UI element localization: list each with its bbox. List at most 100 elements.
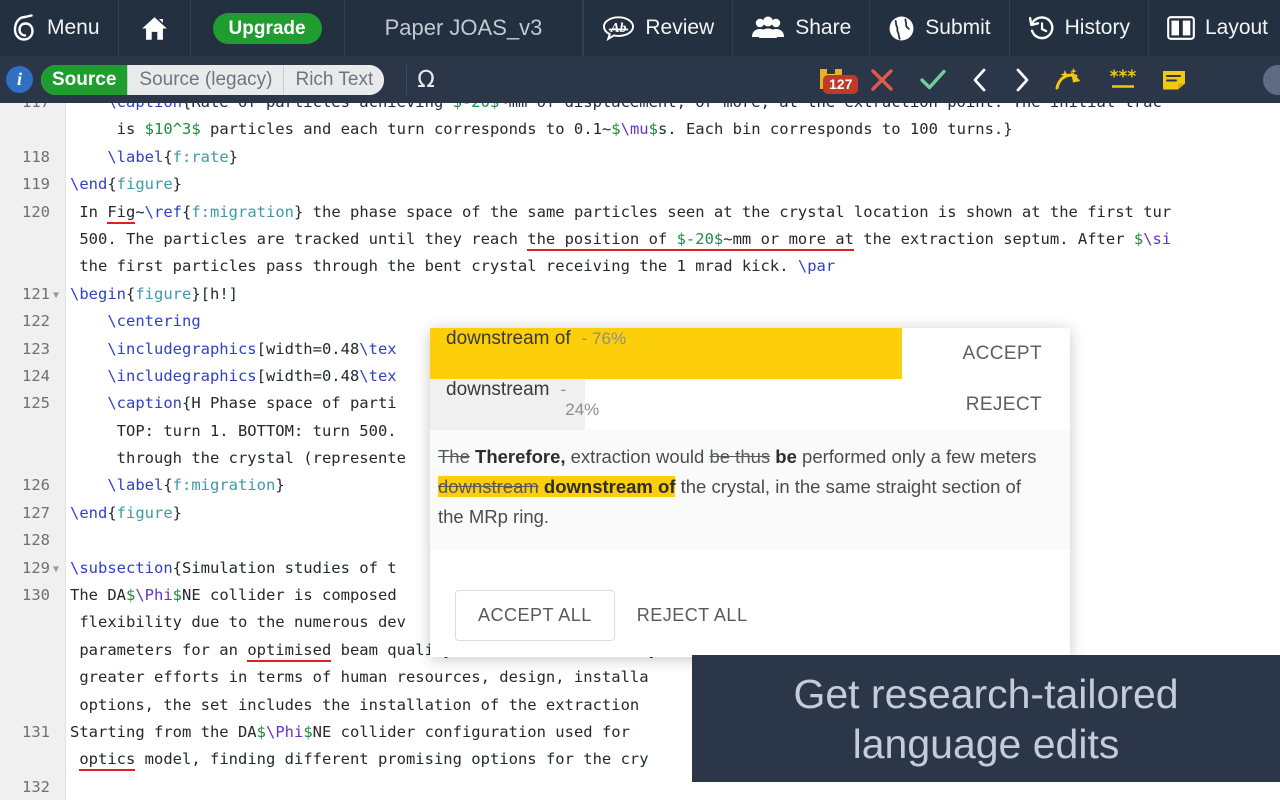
review-button[interactable]: Ab Review [584,0,733,56]
svg-text:***: *** [1110,67,1137,87]
suggestion-primary-pill[interactable]: downstream of - 76% [430,328,902,379]
menu-label: Menu [47,16,100,40]
prev-chevron-icon[interactable] [970,66,990,94]
home-button[interactable] [119,0,191,56]
suggestion-primary-text: downstream of [446,328,571,350]
line-number: 131 [0,719,50,746]
line-number: 126 [0,472,50,499]
next-chevron-icon[interactable] [1012,66,1032,94]
history-clock-icon [1028,15,1055,42]
app-root: Menu Upgrade Paper JOAS_v3 Ab [0,0,1280,800]
code-line-text: \centering [70,308,201,335]
menu-button[interactable]: Menu [0,0,119,56]
layout-button[interactable]: Layout [1149,0,1280,56]
code-line-text: \caption{Rate of particles achieving $-2… [70,103,1162,116]
line-number: 121 [0,281,50,308]
svg-text:Ab: Ab [610,20,627,35]
code-line-text: \includegraphics[width=0.48\tex [70,336,397,363]
line-number: 132 [0,774,50,800]
tab-rich-text[interactable]: Rich Text [284,65,384,95]
layout-columns-icon [1167,16,1195,40]
fold-toggle-icon[interactable]: ▼ [53,556,59,583]
layout-label: Layout [1205,16,1268,40]
share-people-icon [751,16,785,40]
suggestion-popup-footer: ACCEPT ALL REJECT ALL [430,573,1070,657]
code-line-text: is $10^3$ particles and each turn corres… [70,116,1013,143]
code-line-text: flexibility due to the numerous dev [70,609,406,636]
code-line-text: options, the set includes the installati… [70,692,639,719]
project-title[interactable]: Paper JOAS_v3 [345,0,584,56]
code-line-text: \caption{H Phase space of parti [70,390,397,417]
review-controls: 127 [816,66,1280,94]
line-number: 118 [0,144,50,171]
line-number: 128 [0,527,50,554]
reject-button[interactable]: REJECT [966,394,1070,416]
note-icon[interactable] [1160,66,1188,94]
code-line-text: \subsection{Simulation studies of t [70,555,397,582]
code-line-text: \end{figure} [70,171,182,198]
line-number: 119 [0,171,50,198]
reject-x-icon[interactable] [868,66,896,94]
line-number: 120 [0,199,50,226]
info-icon[interactable]: i [6,66,33,93]
suggestion-popup[interactable]: downstream of - 76% ACCEPT downstream - … [430,328,1070,657]
submit-label: Submit [925,16,990,40]
fold-toggle-icon[interactable]: ▼ [53,282,59,309]
code-line-text: greater efforts in terms of human resour… [70,664,649,691]
line-number: 122 [0,308,50,335]
home-icon [141,16,168,41]
promo-overlay[interactable]: Get research-tailored language edits [692,655,1280,782]
suggestion-primary-percent: - 76% [582,329,626,349]
code-line-text: the first particles pass through the ben… [70,253,835,280]
accept-check-icon[interactable] [918,66,948,94]
suggestion-option-secondary[interactable]: downstream - 24% REJECT [430,379,1070,430]
code-line[interactable]: 121▼ \begin{figure}[h!] [0,281,1280,308]
line-number: 124 [0,363,50,390]
line-number: 130 [0,582,50,609]
code-line-text: In Fig~\ref{f:migration} the phase space… [70,199,1171,226]
code-line-text: Starting from the DA$\Phi$NE collider co… [70,719,630,746]
tab-source-legacy[interactable]: Source (legacy) [128,65,284,95]
submit-button[interactable]: Submit [870,0,1009,56]
top-header-bar: Menu Upgrade Paper JOAS_v3 Ab [0,0,1280,56]
code-line-text: 500. The particles are tracked until the… [70,226,1171,253]
code-line[interactable]: 119 \end{figure} [0,171,1280,198]
symbol-palette-icon[interactable]: Ω [406,65,445,95]
suggestion-secondary-pill[interactable]: downstream - 24% [430,379,585,430]
promo-text: Get research-tailored language edits [793,669,1178,769]
magic-wand-icon[interactable] [1054,66,1086,94]
changes-book-icon[interactable]: 127 [816,66,846,94]
code-line-text: through the crystal (represente [70,445,406,472]
code-line[interactable]: is $10^3$ particles and each turn corres… [0,116,1280,143]
code-line[interactable]: 120 In Fig~\ref{f:migration} the phase s… [0,199,1280,226]
code-line[interactable]: 117 \caption{Rate of particles achieving… [0,103,1280,116]
editor-toolbar: i Source Source (legacy) Rich Text Ω 127 [0,56,1280,103]
code-line[interactable]: 118 \label{f:rate} [0,144,1280,171]
upgrade-button[interactable]: Upgrade [213,13,322,44]
line-number: 117 [0,103,50,116]
asterisks-icon[interactable]: *** [1108,66,1138,94]
accept-button[interactable]: ACCEPT [963,343,1070,365]
history-button[interactable]: History [1010,0,1149,56]
code-line[interactable]: the first particles pass through the ben… [0,253,1280,280]
suggestion-secondary-text: downstream [446,379,550,401]
tab-source[interactable]: Source [41,65,128,95]
review-label: Review [645,16,714,40]
upgrade-cell: Upgrade [191,0,345,56]
history-label: History [1065,16,1130,40]
changes-count-badge: 127 [823,75,858,94]
reject-all-button[interactable]: REJECT ALL [627,591,758,640]
code-line-text: \begin{figure}[h!] [70,281,238,308]
line-number: 127 [0,500,50,527]
accept-all-button[interactable]: ACCEPT ALL [455,590,615,641]
code-line-text: \end{figure} [70,500,182,527]
code-line-text: \label{f:migration} [70,472,285,499]
code-line-text: \includegraphics[width=0.48\tex [70,363,397,390]
share-button[interactable]: Share [733,0,870,56]
overleaf-logo-icon [12,14,38,42]
line-number: 123 [0,336,50,363]
review-ab-icon: Ab [602,15,635,41]
code-line[interactable]: 500. The particles are tracked until the… [0,226,1280,253]
code-line-text: optics model, finding different promisin… [70,746,649,773]
suggestion-option-primary[interactable]: downstream of - 76% ACCEPT [430,328,1070,379]
